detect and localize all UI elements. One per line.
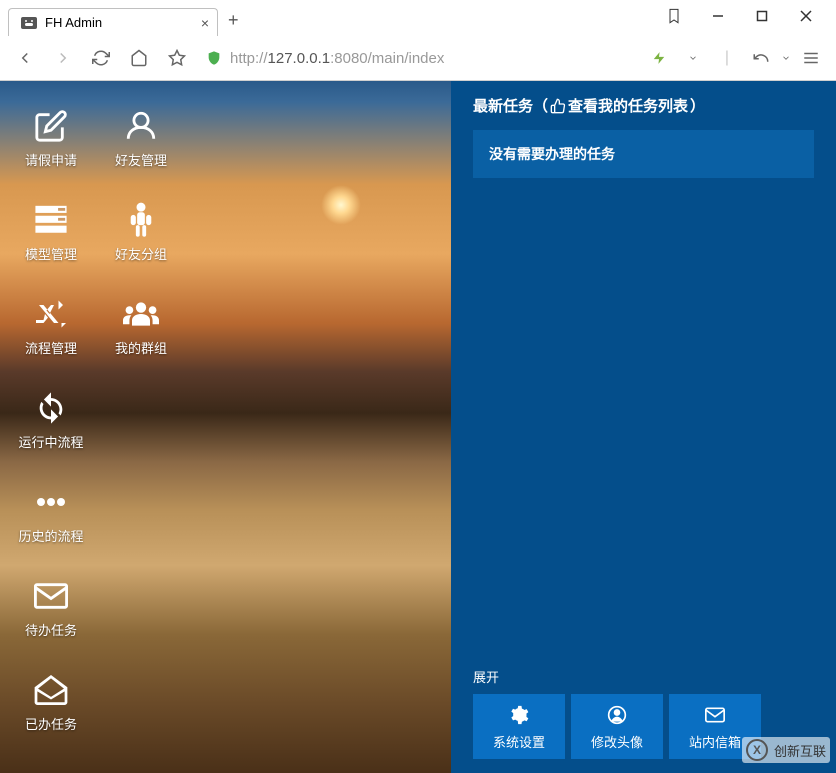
address-bar: http://127.0.0.1:8080/main/index | bbox=[0, 36, 836, 80]
user-icon bbox=[123, 108, 159, 144]
group-icon bbox=[123, 296, 159, 332]
browser-chrome: FH Admin × + http://127.0.0.1:8080/main/… bbox=[0, 0, 836, 81]
grid-item-label: 好友管理 bbox=[115, 150, 167, 169]
shield-icon bbox=[206, 50, 222, 66]
tab-title: FH Admin bbox=[45, 15, 102, 30]
change-avatar-button[interactable]: 修改头像 bbox=[571, 694, 663, 759]
grid-item-label: 待办任务 bbox=[25, 620, 77, 639]
menu-button[interactable] bbox=[796, 43, 826, 73]
mailbox-icon bbox=[704, 704, 726, 726]
edit-icon bbox=[33, 108, 69, 144]
grid-item-model-manage[interactable]: 模型管理 bbox=[6, 187, 96, 277]
button-label: 修改头像 bbox=[591, 732, 643, 751]
button-label: 站内信箱 bbox=[689, 732, 741, 751]
window-close-button[interactable] bbox=[790, 4, 822, 28]
window-maximize-button[interactable] bbox=[746, 4, 778, 28]
grid-item-history-process[interactable]: 历史的流程 bbox=[6, 469, 96, 559]
task-header: 最新任务（ 查看我的任务列表 ） bbox=[473, 95, 814, 116]
envelope-open-icon bbox=[33, 672, 69, 708]
home-button[interactable] bbox=[124, 43, 154, 73]
grid-item-label: 模型管理 bbox=[25, 244, 77, 263]
dots-icon bbox=[33, 484, 69, 520]
tab-favicon-icon bbox=[21, 17, 37, 29]
undo-button[interactable] bbox=[746, 43, 776, 73]
grid-item-label: 我的群组 bbox=[115, 338, 167, 357]
grid-item-label: 运行中流程 bbox=[18, 432, 83, 451]
grid-item-friend-group[interactable]: 好友分组 bbox=[96, 187, 186, 277]
grid-item-leave-request[interactable]: 请假申请 bbox=[6, 93, 96, 183]
grid-item-process-manage[interactable]: 流程管理 bbox=[6, 281, 96, 371]
refresh-icon bbox=[33, 390, 69, 426]
server-icon bbox=[33, 202, 69, 238]
right-panel: 最新任务（ 查看我的任务列表 ） 没有需要办理的任务 展开 系统设置 修改头像 bbox=[451, 81, 836, 773]
thumbs-up-icon bbox=[550, 98, 566, 114]
grid-item-my-groups[interactable]: 我的群组 bbox=[96, 281, 186, 371]
new-tab-button[interactable]: + bbox=[218, 5, 249, 36]
tab-active[interactable]: FH Admin × bbox=[8, 8, 218, 36]
grid-item-label: 请假申请 bbox=[25, 150, 77, 169]
gear-icon bbox=[508, 704, 530, 726]
refresh-button[interactable] bbox=[86, 43, 116, 73]
grid-item-todo-tasks[interactable]: 待办任务 bbox=[6, 563, 96, 653]
user-circle-icon bbox=[606, 704, 628, 726]
content-area: 请假申请 好友管理 模型管理 好友分组 bbox=[0, 81, 836, 773]
icon-grid: 请假申请 好友管理 模型管理 好友分组 bbox=[0, 81, 451, 759]
divider: | bbox=[712, 43, 742, 73]
url-text: http://127.0.0.1:8080/main/index bbox=[230, 50, 444, 67]
watermark: X 创新互联 bbox=[742, 737, 830, 763]
grid-item-friends-manage[interactable]: 好友管理 bbox=[96, 93, 186, 183]
expand-button[interactable]: 展开 bbox=[473, 667, 814, 694]
left-panel: 请假申请 好友管理 模型管理 好友分组 bbox=[0, 81, 451, 773]
bolt-icon[interactable] bbox=[644, 43, 674, 73]
grid-item-label: 已办任务 bbox=[25, 714, 77, 733]
system-settings-button[interactable]: 系统设置 bbox=[473, 694, 565, 759]
grid-item-label: 好友分组 bbox=[115, 244, 167, 263]
undo-dropdown-icon[interactable] bbox=[780, 43, 792, 73]
window-minimize-button[interactable] bbox=[702, 4, 734, 28]
window-reading-mode-button[interactable] bbox=[658, 4, 690, 28]
tab-close-icon[interactable]: × bbox=[201, 15, 209, 31]
button-label: 系统设置 bbox=[493, 732, 545, 751]
watermark-logo-icon: X bbox=[746, 739, 768, 761]
watermark-text: 创新互联 bbox=[774, 741, 826, 760]
grid-item-label: 流程管理 bbox=[25, 338, 77, 357]
forward-button[interactable] bbox=[48, 43, 78, 73]
grid-item-running-process[interactable]: 运行中流程 bbox=[6, 375, 96, 465]
envelope-icon bbox=[33, 578, 69, 614]
favorite-button[interactable] bbox=[162, 43, 192, 73]
no-task-message: 没有需要办理的任务 bbox=[473, 130, 814, 178]
person-icon bbox=[123, 202, 159, 238]
bolt-dropdown-icon[interactable] bbox=[678, 43, 708, 73]
back-button[interactable] bbox=[10, 43, 40, 73]
url-bar[interactable]: http://127.0.0.1:8080/main/index bbox=[200, 50, 636, 67]
grid-item-label: 历史的流程 bbox=[18, 526, 83, 545]
grid-item-done-tasks[interactable]: 已办任务 bbox=[6, 657, 96, 747]
shuffle-icon bbox=[33, 296, 69, 332]
task-list-link[interactable]: 查看我的任务列表 bbox=[568, 95, 688, 116]
